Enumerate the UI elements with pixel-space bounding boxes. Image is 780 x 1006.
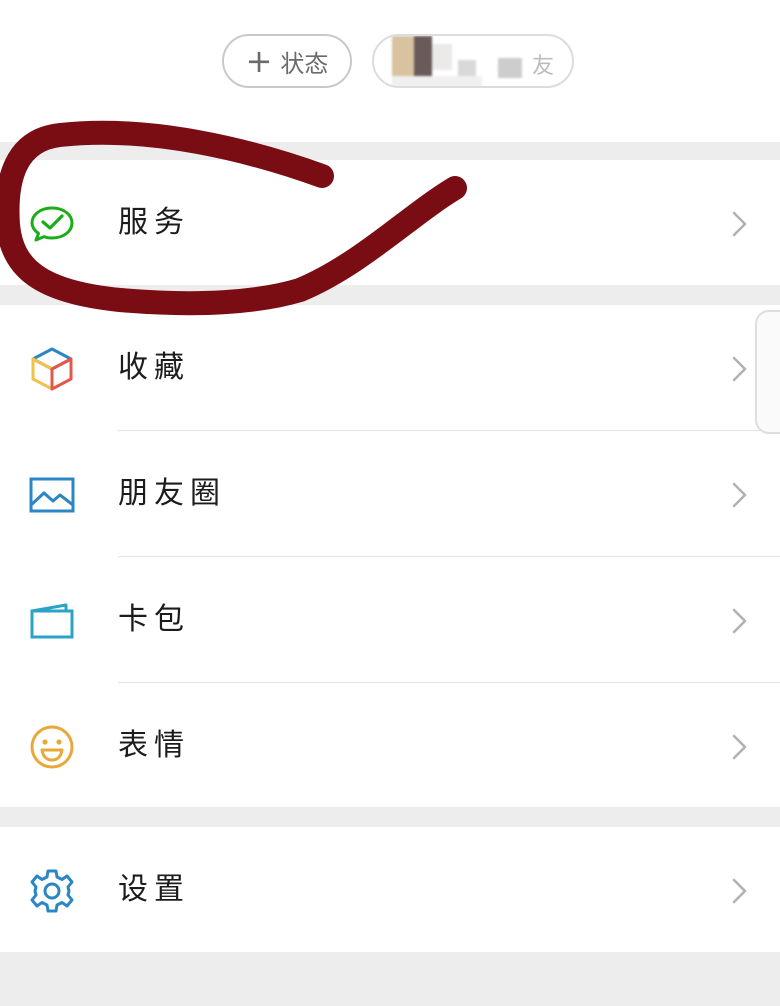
chevron-right-icon <box>732 211 747 237</box>
menu-item-service-label: 服务 <box>118 205 190 240</box>
add-status-button[interactable]: + 状态 <box>222 34 352 88</box>
menu-item-cards-label: 卡包 <box>118 602 190 637</box>
plus-icon: + <box>245 42 273 80</box>
gear-icon <box>30 869 74 913</box>
menu-item-stickers[interactable]: 表情 <box>0 683 780 808</box>
cube-icon <box>31 347 73 391</box>
chevron-right-icon <box>732 608 747 634</box>
chevron-right-icon <box>732 482 747 508</box>
wechat-pay-icon <box>30 206 74 242</box>
menu-item-stickers-label: 表情 <box>118 728 190 763</box>
friend-status-tail: 友 <box>531 54 554 79</box>
floating-side-tab[interactable] <box>755 310 780 434</box>
picture-icon <box>29 477 75 513</box>
service-group: 服务 <box>0 160 780 285</box>
profile-header: + 状态 友 <box>0 0 780 142</box>
smiley-icon <box>30 725 74 769</box>
menu-item-favorites-label: 收藏 <box>118 350 190 385</box>
menu-item-settings[interactable]: 设置 <box>0 827 780 952</box>
menu-item-moments-label: 朋友圈 <box>118 476 226 511</box>
chevron-right-icon <box>732 878 747 904</box>
menu-item-moments[interactable]: 朋友圈 <box>0 431 780 556</box>
settings-group: 设置 <box>0 827 780 952</box>
menu-item-service[interactable]: 服务 <box>0 160 780 285</box>
wallet-icon <box>30 603 74 639</box>
menu-item-cards[interactable]: 卡包 <box>0 557 780 682</box>
features-group: 收藏 朋友圈 卡包 表情 <box>0 305 780 807</box>
chevron-right-icon <box>732 356 747 382</box>
menu-item-favorites[interactable]: 收藏 <box>0 305 780 430</box>
friend-status-pill[interactable]: 友 <box>372 34 574 88</box>
status-label: 状态 <box>280 49 329 78</box>
chevron-right-icon <box>732 734 747 760</box>
menu-item-settings-label: 设置 <box>118 872 190 907</box>
